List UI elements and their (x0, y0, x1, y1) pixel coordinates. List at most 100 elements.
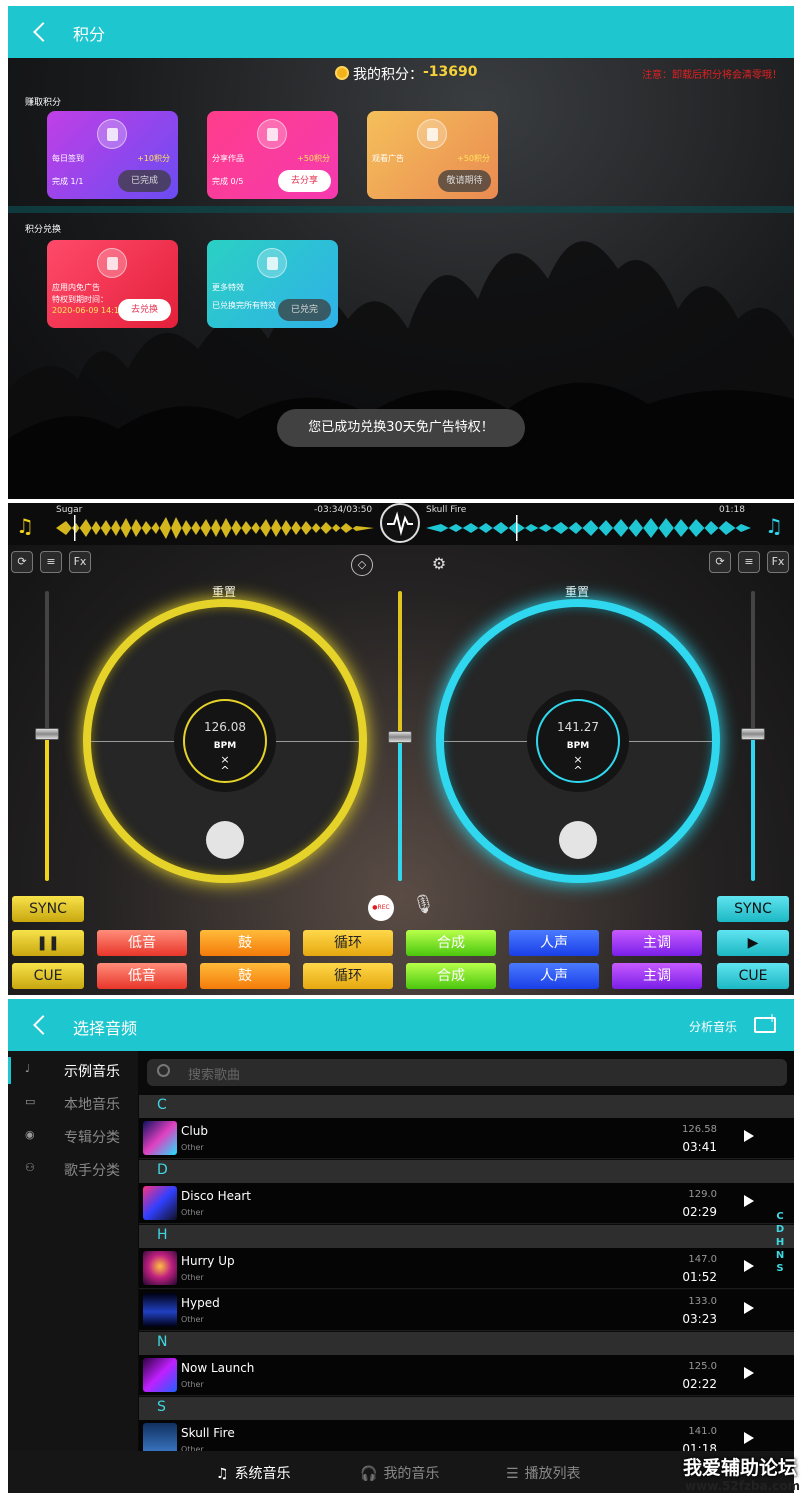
share-button[interactable]: 去分享 (278, 170, 331, 192)
record-button[interactable]: ●REC (368, 895, 394, 921)
song-row[interactable]: Club Other 126.58 03:41 (139, 1118, 794, 1159)
play-icon[interactable] (744, 1432, 754, 1444)
eq-icon[interactable]: ≡ (738, 551, 760, 573)
deck-a-fader-handle[interactable] (35, 728, 59, 740)
deck-a-cue-button[interactable]: CUE (12, 963, 84, 989)
deck-a-pause-button[interactable]: ❚❚ (12, 930, 84, 956)
pad-bass[interactable]: 低音 (97, 930, 187, 956)
group-header: D (139, 1160, 794, 1183)
deck-a-reset[interactable]: 重置 (212, 583, 236, 600)
settings-gear-icon[interactable]: ⚙ (428, 554, 450, 576)
pad-loop[interactable]: 循环 (303, 930, 393, 956)
deck-b-platter[interactable]: 141.27 BPM × ^ (436, 599, 720, 883)
deck-b-reset[interactable]: 重置 (565, 583, 589, 600)
deck-a-platter[interactable]: 126.08 BPM × ^ (83, 599, 367, 883)
index-letter[interactable]: H (773, 1237, 787, 1250)
pulse-icon[interactable] (380, 503, 420, 543)
add-folder-icon[interactable] (754, 1011, 777, 1033)
song-artist: Other (181, 1208, 204, 1217)
song-bpm: 129.0 (688, 1189, 717, 1200)
chevron-up-icon[interactable]: ^ (527, 764, 629, 777)
points-label: 我的积分： (353, 67, 423, 83)
pad-bass-b[interactable]: 低音 (97, 963, 187, 989)
index-letter[interactable]: D (773, 1224, 787, 1237)
back-icon[interactable] (33, 1015, 53, 1035)
eq-icon[interactable]: ≡ (40, 551, 62, 573)
microphone-icon[interactable]: 🎙 (412, 894, 435, 915)
search-input[interactable]: 搜索歌曲 (147, 1059, 787, 1086)
song-row[interactable]: Hyped Other 133.0 03:23 (139, 1290, 794, 1331)
coin-icon (335, 66, 349, 80)
loop-icon[interactable]: ⟳ (709, 551, 731, 573)
pad-key[interactable]: 主调 (612, 930, 702, 956)
diamond-icon[interactable]: ◇ (351, 554, 373, 576)
people-icon: ⚇ (25, 1161, 35, 1174)
song-title: Now Launch (181, 1361, 255, 1375)
pad-synth-b[interactable]: 合成 (406, 963, 496, 989)
alphabet-index[interactable]: C D H N S (773, 1211, 787, 1276)
pad-synth[interactable]: 合成 (406, 930, 496, 956)
song-row[interactable]: Hurry Up Other 147.0 01:52 (139, 1248, 794, 1289)
points-summary: 我的积分： -13690 注意：卸载后积分将会清零哦！ (8, 64, 794, 94)
index-letter[interactable]: C (773, 1211, 787, 1224)
play-icon[interactable] (744, 1367, 754, 1379)
deck-b-waveform[interactable] (426, 515, 751, 541)
pad-drum-b[interactable]: 鼓 (200, 963, 290, 989)
sidebar-item-sample[interactable]: ♩ 示例音乐 (8, 1054, 138, 1087)
song-duration: 03:23 (682, 1312, 717, 1326)
fx-button[interactable]: Fx (767, 551, 789, 573)
deck-a-jog-dot[interactable] (206, 821, 244, 859)
music-note-icon[interactable]: ♫ (765, 514, 783, 538)
deck-b-cue-button[interactable]: CUE (717, 963, 789, 989)
album-thumb (143, 1186, 177, 1220)
song-row[interactable]: Now Launch Other 125.0 02:22 (139, 1355, 794, 1396)
index-letter[interactable]: N (773, 1250, 787, 1263)
music-note-icon[interactable]: ♫ (16, 514, 34, 538)
completed-button[interactable]: 已完成 (118, 170, 171, 192)
loop-icon[interactable]: ⟳ (11, 551, 33, 573)
deck-b-play-button[interactable]: ▶ (717, 930, 789, 956)
sidebar-item-label: 歌手分类 (64, 1163, 120, 1179)
deck-b-sync-button[interactable]: SYNC (717, 896, 789, 922)
card-status: 完成 1/1 (52, 177, 84, 186)
redeemed-button[interactable]: 已兑完 (278, 299, 331, 321)
song-duration: 02:22 (682, 1377, 717, 1391)
pad-key-b[interactable]: 主调 (612, 963, 702, 989)
deck-a-track-name: Sugar (56, 505, 83, 515)
play-icon[interactable] (744, 1260, 754, 1272)
redeem-button[interactable]: 去兑换 (118, 299, 171, 321)
pad-loop-b[interactable]: 循环 (303, 963, 393, 989)
sidebar-item-album[interactable]: ◉ 专辑分类 (8, 1120, 138, 1153)
index-letter[interactable]: S (773, 1263, 787, 1276)
album-thumb (143, 1251, 177, 1285)
deck-a-sync-button[interactable]: SYNC (12, 896, 84, 922)
pad-drum[interactable]: 鼓 (200, 930, 290, 956)
play-icon[interactable] (744, 1130, 754, 1142)
pad-vocal[interactable]: 人声 (509, 930, 599, 956)
nav-my-music[interactable]: 🎧 我的音乐 (360, 1463, 439, 1483)
header-bar: 选择音频 分析音乐 (8, 999, 794, 1051)
deck-a-waveform[interactable] (56, 515, 374, 541)
back-icon[interactable] (33, 22, 53, 42)
song-row[interactable]: Disco Heart Other 129.0 02:29 (139, 1183, 794, 1224)
play-icon[interactable] (744, 1195, 754, 1207)
sidebar-item-local[interactable]: ▭ 本地音乐 (8, 1087, 138, 1120)
sidebar-item-artist[interactable]: ⚇ 歌手分类 (8, 1153, 138, 1186)
nav-playlist[interactable]: ☰ 播放列表 (506, 1463, 581, 1483)
crossfader-handle[interactable] (388, 731, 412, 743)
nav-system-music[interactable]: ♫ 系统音乐 (216, 1463, 291, 1483)
fx-button[interactable]: Fx (69, 551, 91, 573)
analyze-music-button[interactable]: 分析音乐 (689, 1018, 737, 1035)
deck-b-time: 01:18 (719, 505, 745, 515)
coming-soon-button[interactable]: 敬请期待 (438, 170, 491, 192)
chevron-up-icon[interactable]: ^ (174, 764, 276, 777)
deck-b-fader-handle[interactable] (741, 728, 765, 740)
song-title: Disco Heart (181, 1189, 251, 1203)
play-icon[interactable] (744, 1302, 754, 1314)
card-name: 分享作品 (212, 154, 244, 163)
group-letter: C (157, 1097, 167, 1113)
pad-vocal-b[interactable]: 人声 (509, 963, 599, 989)
earn-section-label: 赚取积分 (25, 98, 62, 108)
deck-b-jog-dot[interactable] (559, 821, 597, 859)
ad-icon (417, 119, 447, 149)
